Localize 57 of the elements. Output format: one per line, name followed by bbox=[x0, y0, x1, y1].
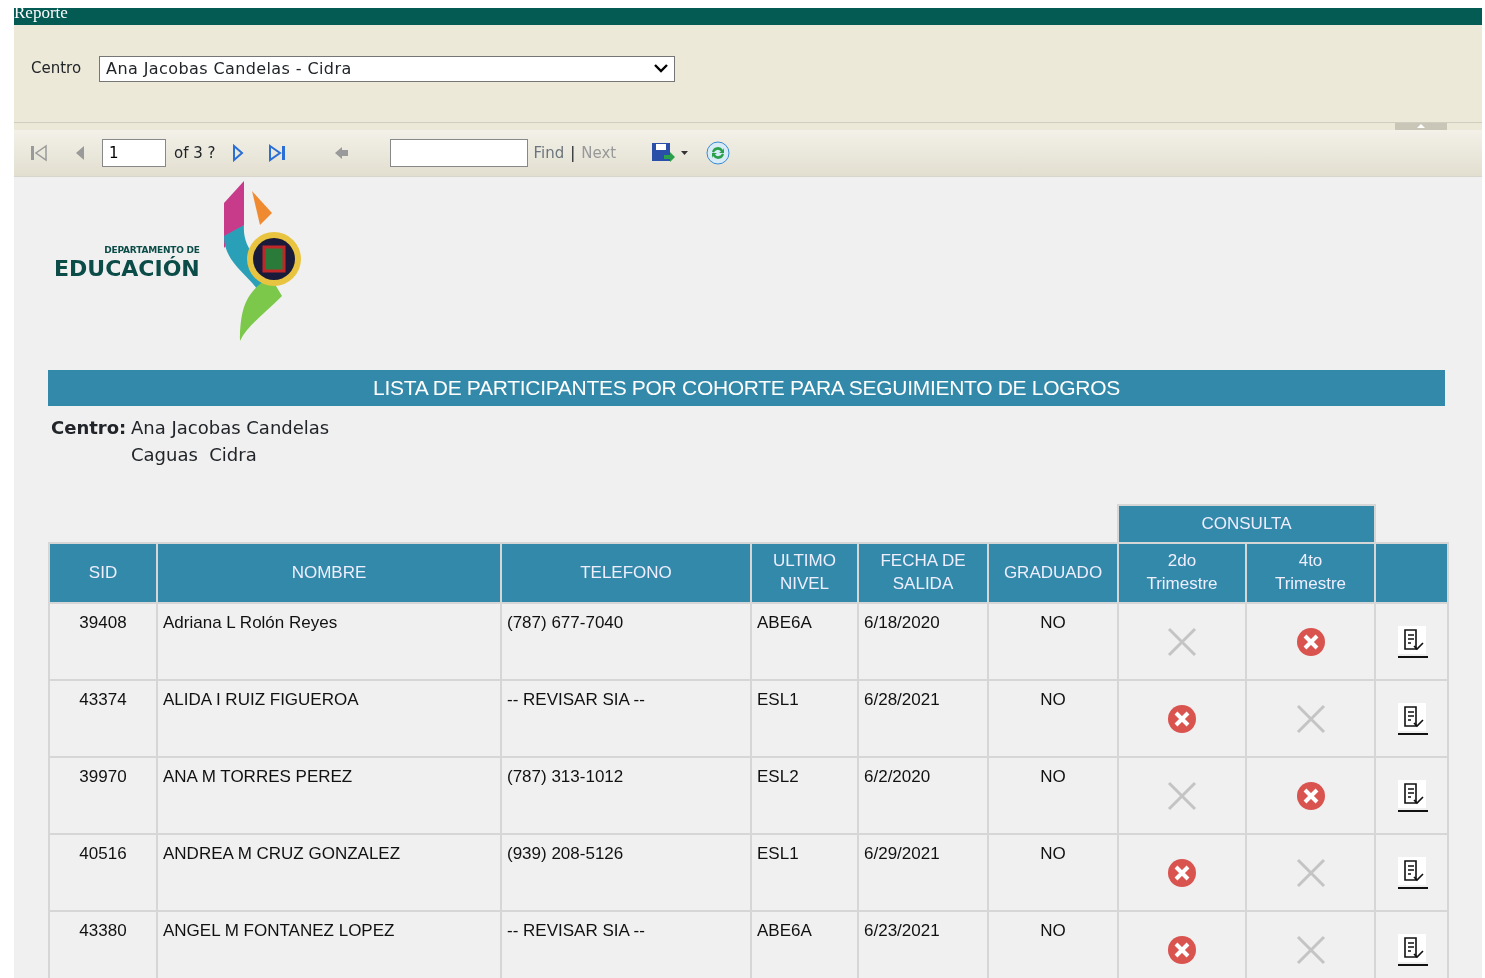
report-title: LISTA DE PARTICIPANTES POR COHORTE PARA SEGUIMIENTO DE LOGROS bbox=[48, 370, 1445, 406]
chevron-down-icon bbox=[654, 64, 669, 73]
table-cell: (787) 313-1012 bbox=[501, 757, 751, 834]
report-icon[interactable] bbox=[1395, 855, 1428, 890]
column-header: ULTIMO NIVEL bbox=[751, 543, 858, 603]
table-cell: NO bbox=[988, 757, 1118, 834]
report-icon[interactable] bbox=[1395, 932, 1428, 967]
report-icon[interactable] bbox=[1395, 778, 1428, 813]
table-cell: (939) 208-5126 bbox=[501, 834, 751, 911]
column-header: 2do Trimestre bbox=[1118, 543, 1246, 603]
column-group-header: CONSULTA bbox=[1118, 505, 1375, 543]
center-dropdown[interactable]: Ana Jacobas Candelas - Cidra bbox=[99, 55, 676, 82]
find-field[interactable] bbox=[389, 139, 528, 167]
center-address-line: Ana Jacobas Candelas bbox=[131, 416, 330, 440]
table-cell: 6/28/2021 bbox=[858, 680, 988, 757]
table-cell: ALIDA I RUIZ FIGUEROA bbox=[157, 680, 501, 757]
table-cell: 43380 bbox=[49, 911, 157, 978]
logo-caption: DEPARTAMENTO DE bbox=[104, 244, 200, 256]
logo-wordmark: EDUCACIÓN bbox=[54, 257, 200, 280]
save-icon[interactable] bbox=[650, 141, 691, 165]
table-cell: Adriana L Rolón Reyes bbox=[157, 603, 501, 680]
field-label: Centro bbox=[31, 58, 82, 80]
column-header: GRADUADO bbox=[988, 543, 1118, 603]
table-cell: NO bbox=[988, 680, 1118, 757]
table-cell: 43374 bbox=[49, 680, 157, 757]
table-cell: ABE6A bbox=[751, 603, 858, 680]
table-cell: -- REVISAR SIA -- bbox=[501, 680, 751, 757]
report-icon[interactable] bbox=[1395, 701, 1428, 736]
last-page-icon[interactable] bbox=[267, 144, 286, 162]
refresh-icon[interactable] bbox=[706, 141, 731, 165]
center-address-line: Caguas Cidra bbox=[131, 443, 258, 467]
field-label: Centro: bbox=[51, 416, 128, 440]
table-cell: (787) 677-7040 bbox=[501, 603, 751, 680]
table-cell: 6/18/2020 bbox=[858, 603, 988, 680]
page-count: of 3 ? bbox=[174, 142, 216, 164]
column-header: 4to Trimestre bbox=[1246, 543, 1375, 603]
table-cell: ESL2 bbox=[751, 757, 858, 834]
find-link[interactable]: Find bbox=[533, 141, 565, 165]
page-number-field[interactable]: 1 bbox=[102, 139, 166, 167]
table-cell: ANA M TORRES PEREZ bbox=[157, 757, 501, 834]
table-cell: NO bbox=[988, 834, 1118, 911]
column-header: NOMBRE bbox=[157, 543, 501, 603]
separator: | bbox=[570, 142, 576, 164]
column-header: FECHA DE SALIDA bbox=[858, 543, 988, 603]
table-cell: 6/29/2021 bbox=[858, 834, 988, 911]
table-cell: 40516 bbox=[49, 834, 157, 911]
table-cell: NO bbox=[988, 603, 1118, 680]
table-cell: ANDREA M CRUZ GONZALEZ bbox=[157, 834, 501, 911]
table-cell: ESL1 bbox=[751, 680, 858, 757]
next-page-icon[interactable] bbox=[231, 144, 244, 162]
table-cell: ESL1 bbox=[751, 834, 858, 911]
column-header: TELEFONO bbox=[501, 543, 751, 603]
table-cell: 39408 bbox=[49, 603, 157, 680]
table-cell: 39970 bbox=[49, 757, 157, 834]
column-header: SID bbox=[49, 543, 157, 603]
table-cell: 6/2/2020 bbox=[858, 757, 988, 834]
report-icon[interactable] bbox=[1395, 624, 1428, 659]
